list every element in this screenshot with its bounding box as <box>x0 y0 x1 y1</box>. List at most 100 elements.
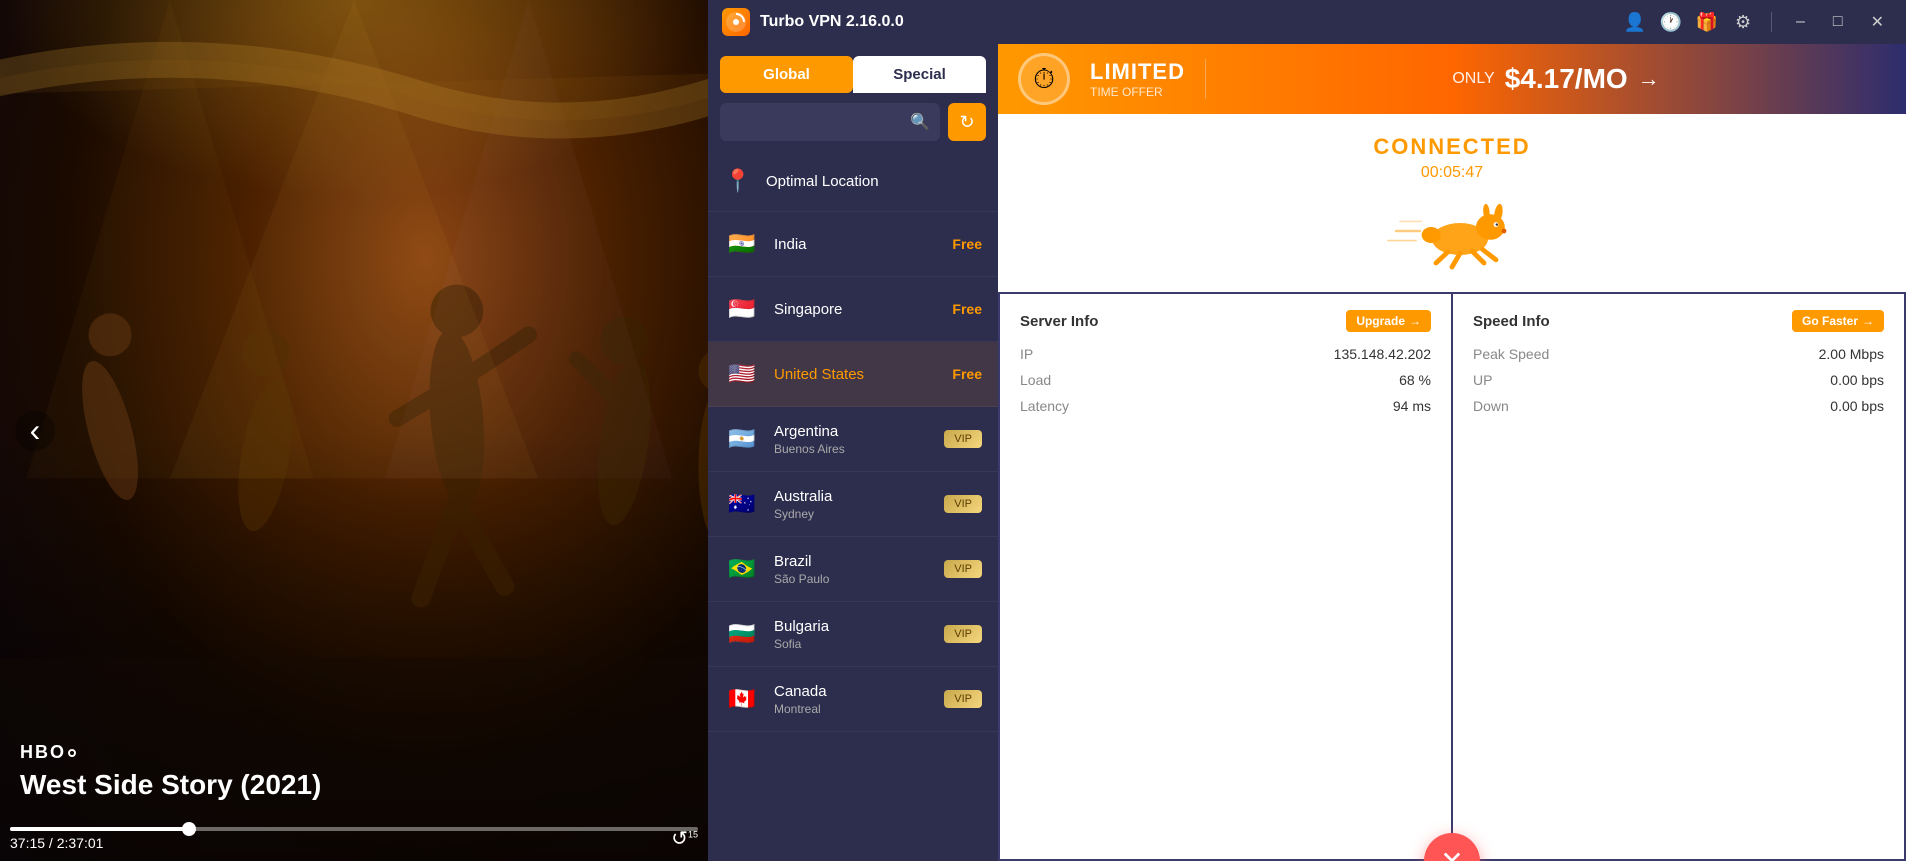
promo-only-label: ONLY <box>1452 70 1494 88</box>
latency-row: Latency 94 ms <box>1020 398 1431 414</box>
canada-name-wrap: Canada Montreal <box>774 683 930 716</box>
video-progress[interactable] <box>10 827 698 831</box>
bulgaria-vip-badge: VIP <box>944 625 982 643</box>
promo-price-block: ONLY $4.17/MO → <box>1226 63 1886 95</box>
info-section: Server Info Upgrade → IP 135.148.42.202 … <box>998 292 1906 861</box>
server-item-brazil[interactable]: 🇧🇷 Brazil São Paulo VIP <box>708 537 998 602</box>
title-bar-controls: 👤 🕐 🎁 ⚙ – □ ✕ <box>1623 10 1892 34</box>
us-free-badge: Free <box>952 366 982 382</box>
promo-limited-label: LIMITED <box>1090 59 1185 85</box>
promo-arrow-icon: → <box>1638 66 1660 92</box>
server-info-header: Server Info Upgrade → <box>1020 310 1431 332</box>
connected-area: CONNECTED 00:05:47 <box>998 114 1906 292</box>
tab-bar: Global Special <box>708 44 998 93</box>
user-icon[interactable]: 👤 <box>1623 10 1647 34</box>
server-item-optimal[interactable]: 📍 Optimal Location <box>708 151 998 212</box>
bulgaria-name-wrap: Bulgaria Sofia <box>774 618 930 651</box>
server-item-canada[interactable]: 🇨🇦 Canada Montreal VIP <box>708 667 998 732</box>
server-info-title: Server Info <box>1020 313 1098 330</box>
replay-button[interactable]: ↺15 <box>671 826 698 851</box>
refresh-button[interactable]: ↻ <box>948 103 986 141</box>
video-title: West Side Story (2021) <box>20 769 321 801</box>
bulgaria-server-name: Bulgaria <box>774 618 930 635</box>
gift-icon[interactable]: 🎁 <box>1695 10 1719 34</box>
argentina-vip-badge: VIP <box>944 430 982 448</box>
bulgaria-sub: Sofia <box>774 637 930 651</box>
upgrade-button[interactable]: Upgrade → <box>1346 310 1431 332</box>
server-item-india[interactable]: 🇮🇳 India Free <box>708 212 998 277</box>
tab-global[interactable]: Global <box>720 56 853 93</box>
peak-speed-label: Peak Speed <box>1473 346 1549 362</box>
hbo-logo: HBO <box>20 742 321 763</box>
ip-row: IP 135.148.42.202 <box>1020 346 1431 362</box>
australia-flag: 🇦🇺 <box>724 486 760 522</box>
tab-special[interactable]: Special <box>853 56 986 93</box>
clock-icon[interactable]: 🕐 <box>1659 10 1683 34</box>
promo-banner[interactable]: ⏱ LIMITED TIME OFFER ONLY $4.17/MO → <box>998 44 1906 114</box>
india-free-badge: Free <box>952 236 982 252</box>
peak-speed-row: Peak Speed 2.00 Mbps <box>1473 346 1884 362</box>
bulgaria-flag: 🇧🇬 <box>724 616 760 652</box>
right-panel: ⏱ LIMITED TIME OFFER ONLY $4.17/MO → CON… <box>998 44 1906 861</box>
australia-server-name: Australia <box>774 488 930 505</box>
video-panel: ‹ HBO West Side Story (2021) 37:15 / 2:3… <box>0 0 708 861</box>
promo-timer-icon: ⏱ <box>1018 53 1070 105</box>
us-flag: 🇺🇸 <box>724 356 760 392</box>
down-value: 0.00 bps <box>1830 398 1884 414</box>
argentina-server-name: Argentina <box>774 423 930 440</box>
up-row: UP 0.00 bps <box>1473 372 1884 388</box>
minimize-button[interactable]: – <box>1788 13 1813 31</box>
australia-vip-badge: VIP <box>944 495 982 513</box>
settings-icon[interactable]: ⚙ <box>1731 10 1755 34</box>
app-logo <box>722 8 750 36</box>
ip-value: 135.148.42.202 <box>1334 346 1431 362</box>
canada-vip-badge: VIP <box>944 690 982 708</box>
server-list: 📍 Optimal Location 🇮🇳 India Free 🇸🇬 Sing… <box>708 151 998 861</box>
up-label: UP <box>1473 372 1492 388</box>
vpn-mascot <box>1372 182 1532 272</box>
server-item-singapore[interactable]: 🇸🇬 Singapore Free <box>708 277 998 342</box>
connection-status: CONNECTED <box>1373 134 1530 160</box>
server-item-australia[interactable]: 🇦🇺 Australia Sydney VIP <box>708 472 998 537</box>
speed-info-header: Speed Info Go Faster → <box>1473 310 1884 332</box>
argentina-flag: 🇦🇷 <box>724 421 760 457</box>
server-item-bulgaria[interactable]: 🇧🇬 Bulgaria Sofia VIP <box>708 602 998 667</box>
up-value: 0.00 bps <box>1830 372 1884 388</box>
singapore-free-badge: Free <box>952 301 982 317</box>
canada-sub: Montreal <box>774 702 930 716</box>
singapore-server-name: Singapore <box>774 301 938 318</box>
search-input-wrap: 🔍 <box>720 103 940 141</box>
promo-price-label: $4.17/MO <box>1505 63 1628 95</box>
speed-info-title: Speed Info <box>1473 313 1550 330</box>
close-button[interactable]: ✕ <box>1863 12 1892 32</box>
maximize-button[interactable]: □ <box>1825 13 1851 31</box>
india-name-wrap: India <box>774 236 938 253</box>
brazil-vip-badge: VIP <box>944 560 982 578</box>
connection-time: 00:05:47 <box>1421 164 1483 182</box>
brazil-sub: São Paulo <box>774 572 930 586</box>
us-name-wrap: United States <box>774 366 938 383</box>
load-row: Load 68 % <box>1020 372 1431 388</box>
down-row: Down 0.00 bps <box>1473 398 1884 414</box>
server-item-us[interactable]: 🇺🇸 United States Free <box>708 342 998 407</box>
search-input[interactable] <box>730 114 910 130</box>
server-info-card: Server Info Upgrade → IP 135.148.42.202 … <box>1000 294 1451 859</box>
server-list-panel: Global Special 🔍 ↻ 📍 Optimal Location <box>708 44 998 861</box>
load-value: 68 % <box>1399 372 1431 388</box>
peak-speed-value: 2.00 Mbps <box>1819 346 1884 362</box>
india-flag: 🇮🇳 <box>724 226 760 262</box>
canada-flag: 🇨🇦 <box>724 681 760 717</box>
ip-label: IP <box>1020 346 1033 362</box>
main-content: Global Special 🔍 ↻ 📍 Optimal Location <box>708 44 1906 861</box>
video-back-button[interactable]: ‹ <box>15 411 55 451</box>
go-faster-button[interactable]: Go Faster → <box>1792 310 1884 332</box>
latency-label: Latency <box>1020 398 1069 414</box>
brazil-server-name: Brazil <box>774 553 930 570</box>
down-label: Down <box>1473 398 1509 414</box>
canada-server-name: Canada <box>774 683 930 700</box>
load-label: Load <box>1020 372 1051 388</box>
brazil-flag: 🇧🇷 <box>724 551 760 587</box>
optimal-location-label: Optimal Location <box>766 173 982 190</box>
server-item-argentina[interactable]: 🇦🇷 Argentina Buenos Aires VIP <box>708 407 998 472</box>
title-bar: Turbo VPN 2.16.0.0 👤 🕐 🎁 ⚙ – □ ✕ <box>708 0 1906 44</box>
